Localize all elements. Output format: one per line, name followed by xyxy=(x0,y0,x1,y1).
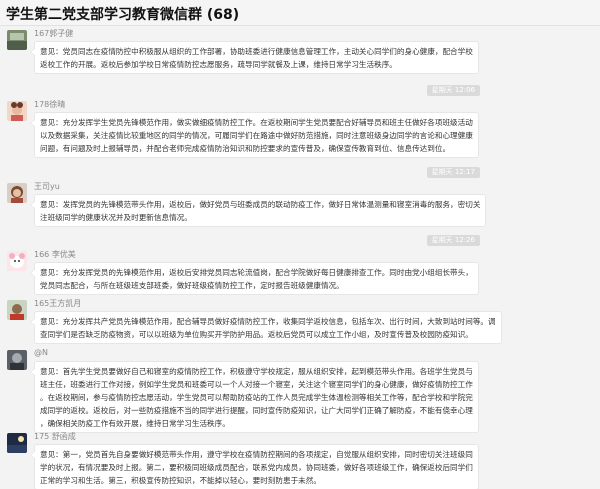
timestamp: 星期天 12:06 xyxy=(426,85,480,96)
message-line: 意见：充分发挥学生党员先锋模范作用，做实做细疫情防控工作。在返校期间学生党员要配… xyxy=(40,118,473,127)
avatar[interactable] xyxy=(7,350,27,370)
message-bubble[interactable]: 意见：第一，党员首先自身要做好模范带头作用，遵守学校在疫情防控期间的各项规定，自… xyxy=(30,444,479,489)
message-line: 意见：充分发挥共产党员先锋模范作用，配合辅导员做好疫情防控工作，收集同学返校信息… xyxy=(40,317,496,326)
message-line: 查同学们是否缺乏防疫物资，可以以班级为单位购买开学防护用品。返校后党员可以成立工… xyxy=(40,330,473,339)
avatar[interactable] xyxy=(7,251,27,271)
message-line: 返校工作的开展。返校后参加学校日常疫情防控志愿服务，疏导同学就餐及上课，维持日常… xyxy=(40,60,397,69)
message-line: ，确保相关防疫工作有效开展，维持日常学习生活秩序。 xyxy=(40,419,230,428)
message-list[interactable]: 167郭子健 意见：党员同志在疫情防控中积极服从组织的工作部署，协助班委进行健康… xyxy=(0,27,600,489)
sender-name: 178徐晴 xyxy=(34,100,66,109)
message-line: 成同学的返校。返校后，对一些防疫措施不当的同学进行提醒，同时宣传防疫知识，让广大… xyxy=(40,406,473,415)
message-bubble[interactable]: 意见：首先学生党员要做好自己和寝室的疫情防控工作，积极遵守学校规定，服从组织安排… xyxy=(30,361,479,433)
message-line: 意见：充分发挥党员的先锋模范作用，返校后安排党员同志轮流值岗，配合学院做好每日健… xyxy=(40,268,473,277)
avatar[interactable] xyxy=(7,30,27,50)
chat-title: 学生第二党支部学习教育微信群 (68) xyxy=(0,0,600,26)
message-line: 意见：首先学生党员要做好自己和寝室的疫情防控工作，积极遵守学校规定，服从组织安排… xyxy=(40,367,473,376)
message-line: 意见：第一，党员首先自身要做好模范带头作用，遵守学校在疫情防控期间的各项规定，自… xyxy=(40,450,473,459)
sender-name: 167郭子健 xyxy=(34,29,74,38)
message-line: 以及数据采集，关注疫情比较重地区的同学的情况，可履同学们在路途中做好防范措施，同… xyxy=(40,131,473,140)
avatar[interactable] xyxy=(7,300,27,320)
timestamp: 星期天 12:17 xyxy=(426,167,480,178)
message-line: 班主任，班委进行工作对接，例如学生党员和班委可以一个人对接一个寝室，关注这个寝室… xyxy=(40,380,473,389)
message-line: 注班级同学的健康状况并及时更新信息情况。 xyxy=(40,213,192,222)
message-line: 党员同志配合，与所在班级班支部班委，做好班级疫情防控工作，定时报告班级健康情况。 xyxy=(40,281,344,290)
message-bubble[interactable]: 意见：充分发挥党员的先锋模范作用，返校后安排党员同志轮流值岗，配合学院做好每日健… xyxy=(30,262,479,295)
avatar[interactable] xyxy=(7,183,27,203)
sender-name: @N xyxy=(34,348,48,357)
sender-name: 166 李优美 xyxy=(34,250,76,259)
message-line: 学的状况，有情况要及时上报。第二，要积极同班级成员配合，联系党内成员，协同班委，… xyxy=(40,463,473,472)
message-line: 意见：发挥党员的先锋模范带头作用，返校后，做好党员与班委成员的联动防疫工作，做好… xyxy=(40,200,481,209)
message-line: 。在返校期间，参与疫情防控志愿活动，学生党员可以帮助防疫站的工作人员完成学生体温… xyxy=(40,393,473,402)
sender-name: 165王方凯月 xyxy=(34,299,82,308)
avatar[interactable] xyxy=(7,101,27,121)
message-bubble[interactable]: 意见：党员同志在疫情防控中积极服从组织的工作部署，协助班委进行健康信息管理工作，… xyxy=(30,41,479,74)
message-bubble[interactable]: 意见：发挥党员的先锋模范带头作用，返校后，做好党员与班委成员的联动防疫工作，做好… xyxy=(29,194,487,227)
sender-name: 王司yu xyxy=(34,182,60,191)
sender-name: 175 舒函成 xyxy=(34,432,76,441)
message-line: 问题，有问题及时上报辅导员，并配合老师完成疫情防治知识和防控要求的宣传普及，确保… xyxy=(40,144,451,153)
avatar[interactable] xyxy=(7,433,27,453)
timestamp: 星期天 12:26 xyxy=(426,235,480,246)
message-bubble[interactable]: 意见：充分发挥共产党员先锋模范作用，配合辅导员做好疫情防控工作，收集同学返校信息… xyxy=(30,311,502,344)
message-line: 正常的学习和生活。第三，积极宣传防控知识，不能掉以轻心，要时刻防患于未然。 xyxy=(40,476,321,485)
message-line: 意见：党员同志在疫情防控中积极服从组织的工作部署，协助班委进行健康信息管理工作，… xyxy=(40,47,473,56)
message-bubble[interactable]: 意见：充分发挥学生党员先锋模范作用，做实做细疫情防控工作。在返校期间学生党员要配… xyxy=(30,112,479,158)
